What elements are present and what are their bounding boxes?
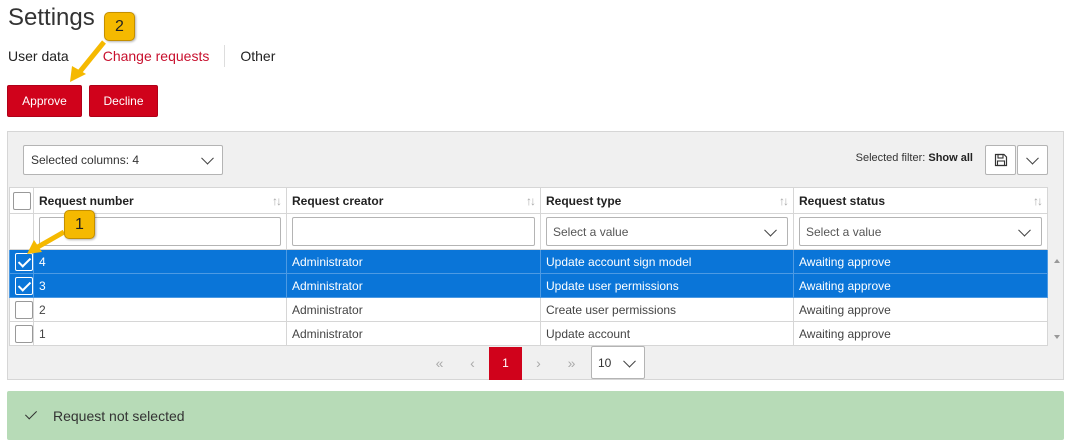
filter-dropdown-button[interactable] <box>1017 145 1048 175</box>
cell-request-status: Awaiting approve <box>793 297 1048 322</box>
row-select-cell <box>9 297 34 322</box>
page-title: Settings <box>8 4 95 31</box>
request-status-filter-select[interactable]: Select a value <box>799 217 1042 246</box>
prev-page-button[interactable]: ‹ <box>456 347 489 380</box>
next-page-button[interactable]: › <box>522 347 555 380</box>
callout-2: 2 <box>104 12 135 41</box>
cell-request-creator: Administrator <box>286 249 541 274</box>
column-header-label: Request creator <box>292 193 384 208</box>
cell-request-type: Create user permissions <box>540 297 794 322</box>
row-checkbox[interactable] <box>15 252 33 271</box>
cell-request-status: Awaiting approve <box>793 273 1048 298</box>
cell-request-number: 4 <box>33 249 287 274</box>
request-type-filter-select[interactable]: Select a value <box>546 217 788 246</box>
status-message-bar: Request not selected <box>7 391 1064 440</box>
tab-user-data[interactable]: User data <box>8 48 69 64</box>
chevron-down-icon <box>201 151 214 165</box>
cell-request-type: Update user permissions <box>540 273 794 298</box>
cell-request-type: Update account <box>540 321 794 346</box>
cell-request-status: Awaiting approve <box>793 321 1048 346</box>
check-icon <box>23 407 41 425</box>
table-row[interactable]: 3 Administrator Update user permissions … <box>9 273 1048 298</box>
cell-request-number: 3 <box>33 273 287 298</box>
scroll-up-arrow[interactable] <box>1054 259 1060 263</box>
chevron-down-icon <box>623 354 636 368</box>
tab-change-requests[interactable]: Change requests <box>103 48 210 64</box>
select-all-cell <box>9 187 34 214</box>
row-select-cell <box>9 249 34 274</box>
selected-filter-label: Selected filter: <box>855 152 926 164</box>
row-checkbox[interactable] <box>15 300 33 319</box>
first-page-button[interactable]: « <box>423 347 456 380</box>
settings-tabs: User data Change requests Other <box>8 45 275 67</box>
chevron-down-icon <box>1026 151 1039 165</box>
last-page-button[interactable]: » <box>555 347 588 380</box>
sort-icon[interactable]: ↑↓ <box>1033 194 1043 208</box>
cell-request-number: 2 <box>33 297 287 322</box>
page-1-button[interactable]: 1 <box>489 346 522 380</box>
header-row: Request number ↑↓ Request creator ↑↓ Reque… <box>9 187 1048 214</box>
table-row[interactable]: 2 Administrator Create user permissions … <box>9 297 1048 322</box>
requests-table-wrapper: Request number ↑↓ Request creator ↑↓ Reque… <box>9 187 1048 346</box>
cell-request-creator: Administrator <box>286 297 541 322</box>
select-placeholder: Select a value <box>553 224 629 239</box>
pagination: « ‹ 1 › » <box>423 346 588 380</box>
cell-request-creator: Administrator <box>286 273 541 298</box>
filter-cell <box>286 213 541 250</box>
scroll-down-arrow[interactable] <box>1054 335 1060 339</box>
requests-grid: Selected columns: 4 Selected filter: Sho… <box>7 131 1064 380</box>
sort-icon[interactable]: ↑↓ <box>272 194 282 208</box>
tab-divider <box>224 45 226 67</box>
row-checkbox[interactable] <box>15 324 33 343</box>
cell-request-creator: Administrator <box>286 321 541 346</box>
request-creator-filter-input[interactable] <box>292 217 535 246</box>
select-placeholder: Select a value <box>806 224 882 239</box>
column-header-request-creator[interactable]: Request creator ↑↓ <box>286 187 541 214</box>
page-size-select[interactable]: 10 <box>591 346 645 379</box>
column-header-label: Request number <box>39 193 134 208</box>
callout-1: 1 <box>64 210 95 239</box>
sort-icon[interactable]: ↑↓ <box>779 194 789 208</box>
columns-select-value: Selected columns: 4 <box>31 153 140 167</box>
decline-button[interactable]: Decline <box>89 85 158 117</box>
column-header-request-status[interactable]: Request status ↑↓ <box>793 187 1048 214</box>
save-filter-button[interactable] <box>985 145 1016 175</box>
filter-cell-empty <box>9 213 34 250</box>
cell-request-status: Awaiting approve <box>793 249 1048 274</box>
row-checkbox[interactable] <box>15 276 33 295</box>
arrow-2-head <box>70 66 86 82</box>
chevron-down-icon <box>1018 223 1031 237</box>
select-all-checkbox[interactable] <box>12 191 31 210</box>
floppy-disk-icon <box>994 153 1007 167</box>
status-message: Request not selected <box>53 407 185 424</box>
sort-icon[interactable]: ↑↓ <box>526 194 536 208</box>
filter-cell: Select a value <box>540 213 794 250</box>
selected-filter-value: Show all <box>928 152 973 164</box>
column-header-request-type[interactable]: Request type ↑↓ <box>540 187 794 214</box>
tab-other[interactable]: Other <box>240 48 275 64</box>
row-select-cell <box>9 321 34 346</box>
chevron-down-icon <box>764 223 777 237</box>
approve-button[interactable]: Approve <box>7 85 82 117</box>
table-row[interactable]: 1 Administrator Update account Awaiting … <box>9 321 1048 346</box>
page-size-value: 10 <box>598 355 612 370</box>
requests-table: Request number ↑↓ Request creator ↑↓ Reque… <box>9 187 1048 346</box>
filter-row: Select a value Select a value <box>9 213 1048 250</box>
column-header-label: Request type <box>546 193 622 208</box>
selected-filter: Selected filter: Show all <box>856 152 973 164</box>
filter-cell: Select a value <box>793 213 1048 250</box>
cell-request-number: 1 <box>33 321 287 346</box>
cell-request-type: Update account sign model <box>540 249 794 274</box>
table-row[interactable]: 4 Administrator Update account sign mode… <box>9 249 1048 274</box>
column-header-label: Request status <box>799 193 886 208</box>
columns-select[interactable]: Selected columns: 4 <box>23 145 223 175</box>
row-select-cell <box>9 273 34 298</box>
